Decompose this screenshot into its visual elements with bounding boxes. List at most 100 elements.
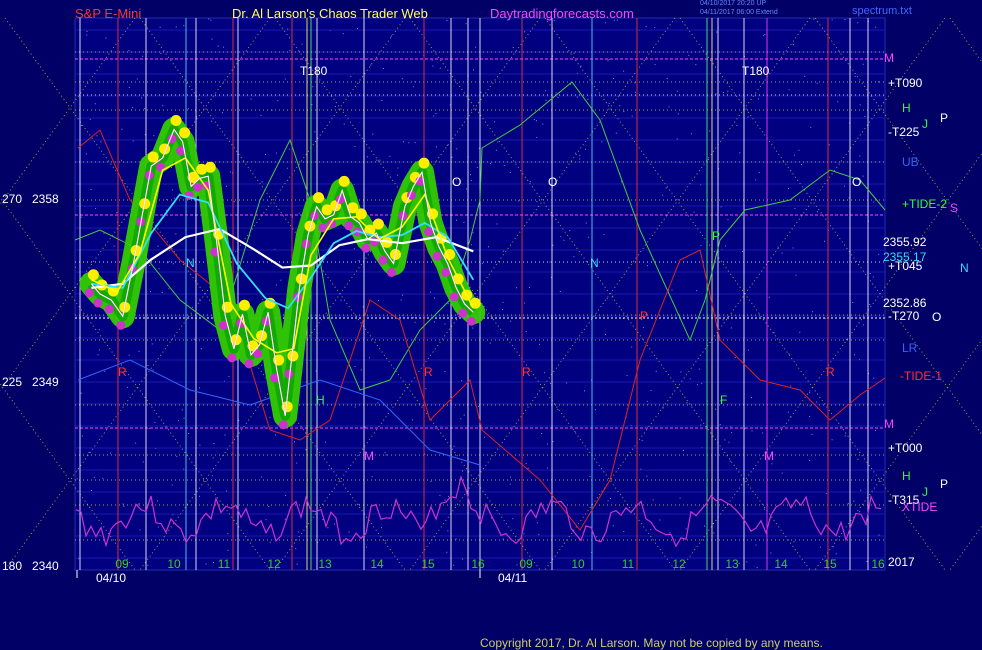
star-dot (93, 476, 95, 478)
star-dot (453, 564, 455, 566)
star-dot (447, 495, 449, 497)
star-dot (770, 552, 772, 554)
star-dot (666, 77, 668, 79)
right-level-label: -T225 (888, 125, 920, 139)
star-dot (371, 476, 373, 478)
star-dot (172, 189, 174, 191)
star-dot (619, 105, 621, 107)
star-dot (288, 148, 290, 150)
star-dot (389, 155, 391, 157)
star-dot (284, 78, 286, 80)
star-dot (518, 200, 520, 202)
star-dot (584, 148, 586, 150)
star-dot (724, 439, 726, 441)
high-dot (338, 175, 350, 187)
star-dot (634, 91, 636, 93)
star-dot (229, 171, 231, 173)
star-dot (516, 564, 518, 566)
star-dot (529, 181, 531, 183)
star-dot (859, 104, 861, 106)
star-dot (587, 98, 589, 100)
star-dot (816, 211, 818, 213)
star-dot (378, 300, 380, 302)
star-dot (698, 368, 700, 370)
star-dot (75, 266, 77, 268)
star-dot (509, 483, 511, 485)
star-dot (547, 443, 549, 445)
chart-symbol: S&P E-Mini (75, 6, 142, 21)
star-dot (138, 350, 140, 352)
star-dot (100, 141, 102, 143)
star-dot (668, 106, 670, 108)
star-dot (764, 33, 766, 35)
star-dot (213, 443, 215, 445)
star-dot (463, 414, 465, 416)
star-dot (376, 159, 378, 161)
far-right-letter: N (960, 261, 969, 275)
low-dot (458, 308, 468, 318)
right-level-label: M (884, 51, 894, 65)
star-dot (725, 245, 727, 247)
star-dot (756, 567, 758, 569)
star-dot (157, 500, 159, 502)
star-dot (284, 494, 286, 496)
right-level-label: -T270 (888, 309, 920, 323)
star-dot (148, 427, 150, 429)
star-dot (86, 34, 88, 36)
hour-tick-label: 15 (421, 557, 435, 571)
low-dot (193, 182, 203, 192)
star-dot (102, 477, 104, 479)
star-dot (411, 419, 413, 421)
star-dot (734, 357, 736, 359)
star-dot (210, 120, 212, 122)
star-dot (397, 174, 399, 176)
star-dot (612, 525, 614, 527)
high-dot (238, 299, 250, 311)
star-dot (866, 560, 868, 562)
star-dot (192, 306, 194, 308)
right-level-label: +T045 (888, 259, 923, 273)
star-dot (809, 405, 811, 407)
y-price-label: 2340 (32, 559, 59, 573)
low-dot (104, 304, 114, 314)
star-dot (713, 532, 715, 534)
star-dot (641, 440, 643, 442)
star-dot (545, 99, 547, 101)
star-dot (348, 531, 350, 533)
site-url[interactable]: Daytradingforecasts.com (490, 6, 634, 21)
star-dot (325, 441, 327, 443)
star-dot (559, 290, 561, 292)
star-dot (700, 244, 702, 246)
star-dot (552, 441, 554, 443)
star-dot (298, 212, 300, 214)
star-dot (677, 113, 679, 115)
star-dot (414, 321, 416, 323)
star-dot (354, 145, 356, 147)
star-dot (161, 292, 163, 294)
star-dot (226, 490, 228, 492)
star-dot (509, 172, 511, 174)
far-right-letter: O (932, 310, 941, 324)
data-file: spectrum.txt (852, 5, 912, 17)
star-dot (135, 442, 137, 444)
y-angle-label: 225 (2, 375, 22, 389)
star-dot (742, 251, 744, 253)
hour-tick-label: 10 (167, 557, 181, 571)
chart-letter: J (922, 117, 928, 131)
star-dot (631, 115, 633, 117)
star-dot (560, 236, 562, 238)
site-title: Dr. Al Larson's Chaos Trader Web (232, 6, 428, 21)
star-dot (384, 540, 386, 542)
star-dot (172, 263, 174, 265)
star-dot (275, 434, 276, 436)
star-dot (475, 46, 477, 48)
star-dot (433, 115, 435, 117)
star-dot (679, 497, 681, 499)
star-dot (746, 561, 748, 563)
star-dot (613, 77, 615, 79)
star-dot (719, 424, 721, 426)
chart-letter: O (852, 175, 861, 189)
star-dot (862, 63, 864, 65)
star-dot (313, 569, 315, 571)
star-dot (589, 475, 591, 477)
